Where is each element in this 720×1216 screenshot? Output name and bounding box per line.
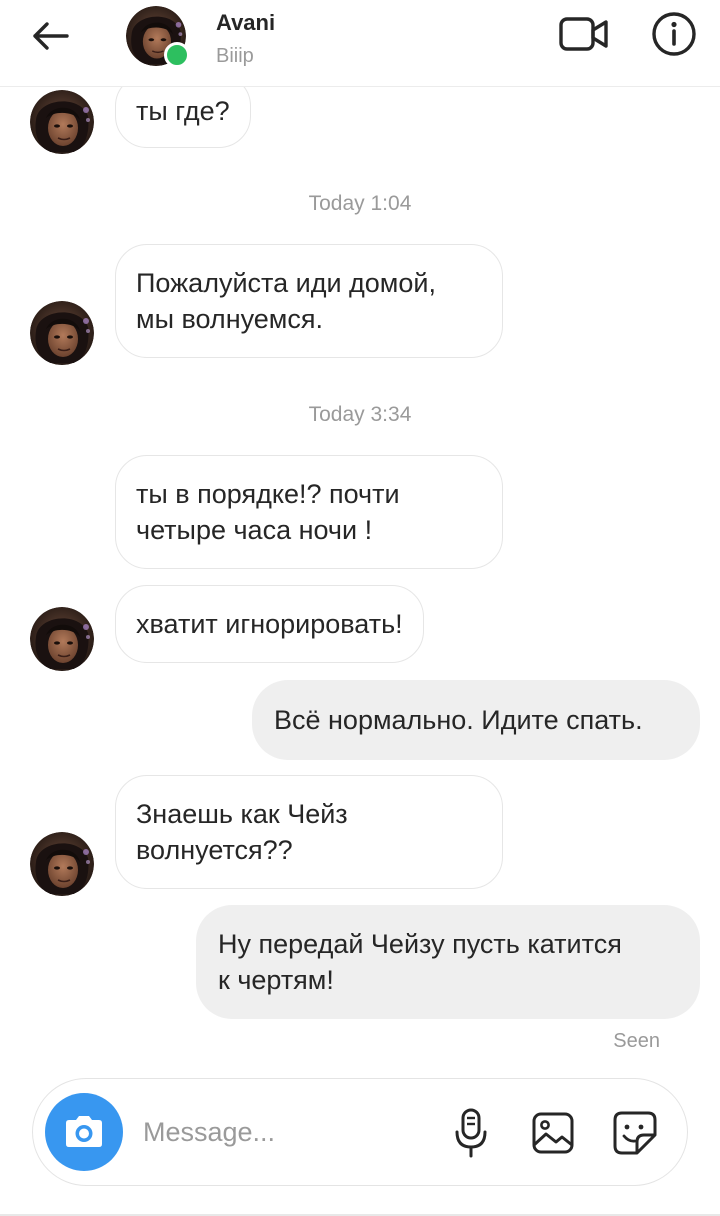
incoming-message[interactable]: Знаешь как Чейз волнуется?? (115, 775, 503, 889)
video-camera-icon (559, 17, 608, 51)
info-icon (652, 12, 696, 56)
online-status-dot (164, 42, 190, 68)
incoming-message[interactable]: хватит игнорировать! (115, 585, 424, 663)
sender-avatar[interactable] (30, 607, 94, 671)
incoming-message[interactable]: Пожалуйста иди домой, мы волнуемся. (115, 244, 503, 358)
image-icon (532, 1112, 574, 1154)
contact-status: Biiip (216, 45, 254, 67)
video-call-button[interactable] (556, 12, 612, 56)
message-timestamp: Today 3:34 (308, 403, 412, 426)
camera-button[interactable] (45, 1093, 123, 1171)
outgoing-message[interactable]: Ну передай Чейзу пусть катится к чертям! (196, 905, 700, 1019)
message-timestamp: Today 1:04 (308, 192, 412, 215)
seen-indicator: Seen (613, 1030, 660, 1052)
sticker-button[interactable] (611, 1109, 659, 1157)
outgoing-message[interactable]: Всё нормально. Идите спать. (252, 680, 700, 760)
avatar (30, 90, 94, 154)
chat-screen: Avani Biiip ты где? Today 1:04 Пожалуйст… (0, 0, 720, 1216)
avatar (30, 607, 94, 671)
chat-header: Avani Biiip (0, 0, 720, 87)
incoming-message[interactable]: ты в порядке!? почти четыре часа ночи ! (115, 455, 503, 569)
gallery-button[interactable] (529, 1109, 577, 1157)
sticker-icon (613, 1111, 657, 1155)
avatar (30, 301, 94, 365)
microphone-icon (455, 1108, 487, 1158)
sender-avatar[interactable] (30, 832, 94, 896)
camera-icon (66, 1116, 102, 1147)
message-input[interactable] (143, 1109, 423, 1155)
contact-avatar[interactable] (126, 6, 190, 68)
info-button[interactable] (650, 10, 698, 58)
contact-name[interactable]: Avani (216, 10, 275, 36)
back-button[interactable] (26, 14, 74, 58)
avatar (30, 832, 94, 896)
sender-avatar[interactable] (30, 90, 94, 154)
arrow-left-icon (33, 22, 69, 50)
sender-avatar[interactable] (30, 301, 94, 365)
voice-message-button[interactable] (449, 1105, 493, 1161)
message-composer (32, 1078, 688, 1186)
